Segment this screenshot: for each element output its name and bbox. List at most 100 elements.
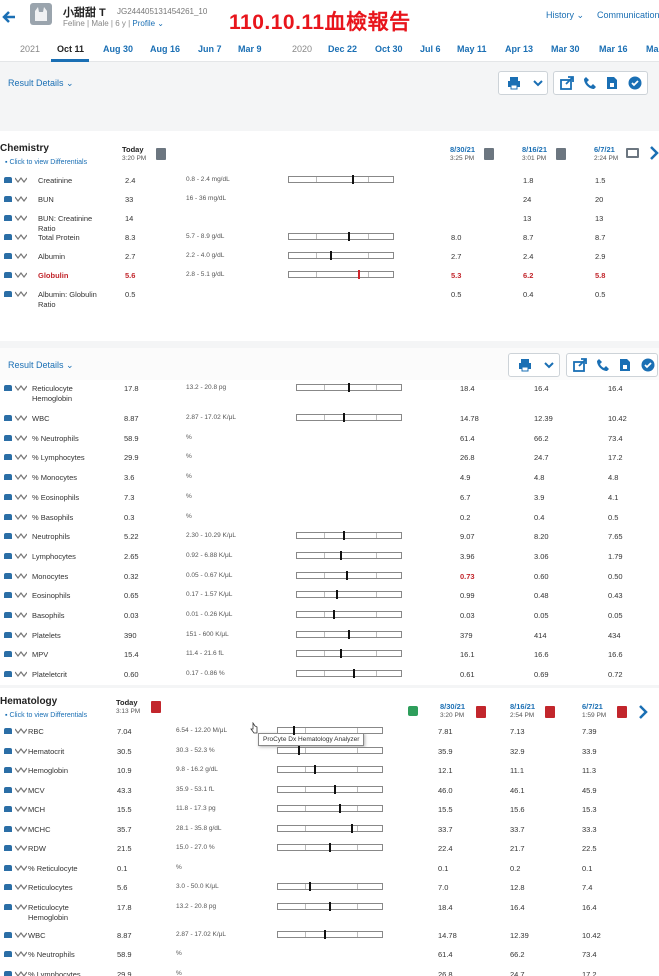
trend-sparkline-icon[interactable] (15, 591, 27, 599)
history-dropdown[interactable]: History ⌄ (546, 10, 584, 21)
analyzer-status-icon[interactable] (408, 706, 418, 716)
trend-sparkline-icon[interactable] (15, 844, 27, 852)
date-tab[interactable]: Jun 7 (198, 44, 222, 54)
result-details-dropdown[interactable]: Result Details ⌄ (8, 78, 74, 89)
trend-sparkline-icon[interactable] (15, 532, 27, 540)
trend-sparkline-icon[interactable] (15, 650, 27, 658)
trend-sparkline-icon[interactable] (15, 493, 27, 501)
chart-icon[interactable] (4, 385, 12, 391)
chart-icon[interactable] (4, 864, 12, 871)
trend-sparkline-icon[interactable] (15, 473, 27, 481)
column-date[interactable]: 6/7/21 1:59 PM (582, 702, 606, 720)
trend-sparkline-icon[interactable] (15, 883, 27, 891)
trend-sparkline-icon[interactable] (15, 513, 27, 521)
date-tab[interactable]: Oct 11 (57, 44, 84, 54)
chevron-down-icon[interactable] (542, 358, 556, 372)
chart-icon[interactable] (4, 903, 12, 910)
trend-sparkline-icon[interactable] (15, 611, 27, 619)
chart-icon[interactable] (4, 215, 12, 221)
chart-icon[interactable] (4, 552, 12, 559)
report-icon[interactable] (484, 148, 494, 160)
chart-icon[interactable] (4, 825, 12, 832)
trend-sparkline-icon[interactable] (15, 414, 27, 422)
date-tab[interactable]: Mar 16 (599, 44, 628, 54)
report-icon[interactable] (617, 706, 627, 718)
trend-sparkline-icon[interactable] (15, 195, 27, 203)
monitor-icon[interactable] (626, 148, 639, 158)
chevron-right-icon[interactable] (648, 145, 659, 161)
print-icon[interactable] (518, 358, 532, 372)
column-date[interactable]: 6/7/21 2:24 PM (594, 145, 618, 163)
trend-sparkline-icon[interactable] (15, 290, 27, 298)
date-tab[interactable]: Mar 30 (551, 44, 580, 54)
chart-icon[interactable] (4, 970, 12, 976)
result-details-dropdown[interactable]: Result Details ⌄ (8, 360, 74, 371)
date-tab[interactable]: Aug 30 (103, 44, 133, 54)
chart-icon[interactable] (4, 671, 12, 678)
differentials-link[interactable]: ▪ Click to view Differentials (5, 159, 87, 166)
chart-icon[interactable] (4, 272, 12, 278)
trend-sparkline-icon[interactable] (15, 434, 27, 442)
date-tab[interactable]: Apr 13 (505, 44, 533, 54)
trend-sparkline-icon[interactable] (15, 631, 27, 639)
trend-sparkline-icon[interactable] (15, 252, 27, 260)
date-tab[interactable]: Aug 16 (150, 44, 180, 54)
communications-link[interactable]: Communications (597, 10, 659, 20)
chart-icon[interactable] (4, 234, 12, 240)
chart-icon[interactable] (4, 415, 12, 421)
chart-icon[interactable] (4, 572, 12, 579)
date-tab[interactable]: Mar 9 (238, 44, 262, 54)
chart-icon[interactable] (4, 196, 12, 202)
column-date[interactable]: 8/30/21 3:20 PM (440, 702, 465, 720)
chart-icon[interactable] (4, 786, 12, 793)
save-file-icon[interactable] (618, 358, 632, 372)
chart-icon[interactable] (4, 612, 12, 618)
date-tab[interactable]: May 11 (457, 44, 487, 54)
chart-icon[interactable] (4, 513, 12, 520)
trend-sparkline-icon[interactable] (15, 747, 27, 755)
column-date[interactable]: 8/16/21 2:54 PM (510, 702, 535, 720)
report-icon[interactable] (476, 706, 486, 718)
trend-sparkline-icon[interactable] (15, 766, 27, 774)
trend-sparkline-icon[interactable] (15, 384, 27, 392)
chart-icon[interactable] (4, 177, 12, 183)
chart-icon[interactable] (4, 291, 12, 297)
chart-icon[interactable] (4, 806, 12, 812)
profile-link[interactable]: Profile ⌄ (132, 19, 164, 28)
trend-sparkline-icon[interactable] (15, 786, 27, 794)
save-file-icon[interactable] (605, 76, 619, 90)
phone-icon[interactable] (583, 76, 597, 90)
share-icon[interactable] (560, 76, 574, 90)
phone-icon[interactable] (596, 358, 610, 372)
trend-sparkline-icon[interactable] (15, 214, 27, 222)
check-circle-icon[interactable] (628, 76, 642, 90)
date-tab[interactable]: Jul 6 (420, 44, 441, 54)
date-tab[interactable]: Dec 22 (328, 44, 357, 54)
back-arrow-icon[interactable] (2, 10, 16, 24)
trend-sparkline-icon[interactable] (15, 931, 27, 939)
chart-icon[interactable] (4, 845, 12, 851)
chart-icon[interactable] (4, 651, 12, 658)
trend-sparkline-icon[interactable] (15, 670, 27, 678)
trend-sparkline-icon[interactable] (15, 950, 27, 958)
trend-sparkline-icon[interactable] (15, 805, 27, 813)
trend-sparkline-icon[interactable] (15, 903, 27, 911)
report-icon[interactable] (156, 148, 166, 160)
date-tab[interactable]: Mar 2 (646, 44, 659, 54)
column-date[interactable]: 8/30/21 3:25 PM (450, 145, 475, 163)
trend-sparkline-icon[interactable] (15, 552, 27, 560)
chart-icon[interactable] (4, 631, 12, 638)
trend-sparkline-icon[interactable] (15, 271, 27, 279)
column-date[interactable]: 8/16/21 3:01 PM (522, 145, 547, 163)
report-icon[interactable] (545, 706, 555, 718)
report-icon[interactable] (556, 148, 566, 160)
chart-icon[interactable] (4, 253, 12, 259)
trend-sparkline-icon[interactable] (15, 864, 27, 872)
chevron-down-icon[interactable] (531, 76, 545, 90)
chart-icon[interactable] (4, 533, 12, 540)
chart-icon[interactable] (4, 747, 12, 754)
trend-sparkline-icon[interactable] (15, 727, 27, 735)
chart-icon[interactable] (4, 951, 12, 957)
trend-sparkline-icon[interactable] (15, 176, 27, 184)
date-tab[interactable]: Oct 30 (375, 44, 403, 54)
